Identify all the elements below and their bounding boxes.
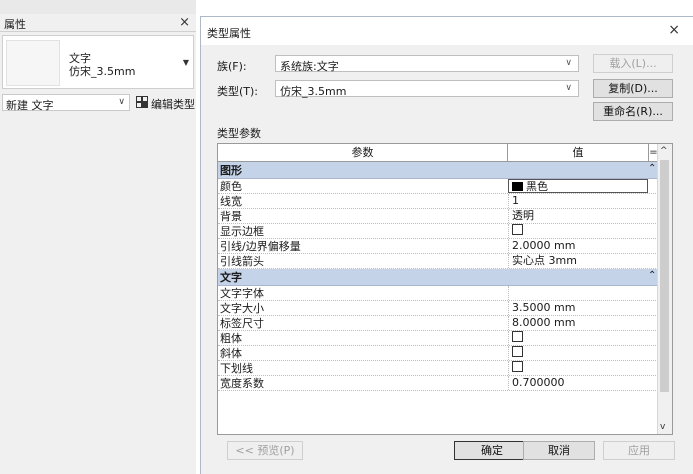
instance-row: 新建 文字 ∨ 编辑类型 (2, 94, 196, 112)
parameter-name: 颜色 (220, 180, 242, 193)
dialog-titlebar: 类型属性 × (201, 17, 693, 45)
type-combo[interactable]: 仿宋_3.5mm ∨ (275, 80, 579, 98)
dialog-close-icon[interactable]: × (668, 22, 680, 38)
parameter-name: 文字字体 (220, 287, 264, 300)
parameters-grid: 参数 值 = 图形 ⌃ 颜色 黑色线宽 1 背景 透明显示边框引线/边界偏移量 2.0000 … (217, 143, 673, 435)
parameter-value[interactable]: 3.5000 mm (508, 301, 648, 315)
parameter-value[interactable]: 1 (508, 194, 648, 208)
apply-button[interactable]: 应用 (603, 441, 675, 460)
column-header-value[interactable]: 值 (508, 144, 649, 161)
preview-button[interactable]: << 预览(P) (227, 441, 303, 460)
group-header[interactable]: 图形 ⌃ (218, 162, 658, 179)
parameter-name: 线宽 (220, 195, 242, 208)
family-label: 族(F): (217, 60, 247, 73)
parameter-row[interactable]: 引线/边界偏移量 2.0000 mm (218, 239, 658, 254)
parameter-row[interactable]: 标签尺寸 8.0000 mm (218, 316, 658, 331)
top-strip (0, 0, 196, 14)
parameter-row[interactable]: 粗体 (218, 331, 658, 346)
parameter-row[interactable]: 颜色 黑色 (218, 179, 658, 194)
palette-close-icon[interactable]: × (179, 15, 190, 30)
parameter-row[interactable]: 引线箭头 实心点 3mm (218, 254, 658, 269)
collapse-chevron-icon[interactable]: ⌃ (648, 163, 656, 174)
scroll-down-icon[interactable]: v (660, 422, 665, 432)
color-swatch (512, 182, 523, 191)
parameter-row[interactable]: 斜体 (218, 346, 658, 361)
grid-scrollbar[interactable]: ^ v (657, 144, 672, 434)
parameter-name: 引线箭头 (220, 255, 264, 268)
chevron-down-icon[interactable]: ∨ (565, 83, 572, 93)
parameter-value[interactable]: 2.0000 mm (508, 239, 648, 253)
parameter-name: 背景 (220, 210, 242, 223)
rename-button[interactable]: 重命名(R)... (593, 102, 673, 121)
parameter-value[interactable] (508, 346, 648, 360)
parameter-name: 粗体 (220, 332, 242, 345)
cancel-button[interactable]: 取消 (523, 441, 595, 460)
grid-header: 参数 值 = (218, 144, 658, 162)
type-preview-thumbnail (6, 40, 60, 86)
type-parameters-label: 类型参数 (217, 127, 261, 140)
dialog-title: 类型属性 (207, 27, 251, 40)
parameter-name: 宽度系数 (220, 377, 264, 390)
parameter-name: 标签尺寸 (220, 317, 264, 330)
parameter-value[interactable] (508, 361, 648, 375)
parameter-name: 斜体 (220, 347, 242, 360)
chevron-down-icon[interactable]: ∨ (565, 58, 572, 68)
parameter-value[interactable] (508, 286, 648, 300)
parameter-value[interactable]: 实心点 3mm (508, 254, 648, 268)
parameter-row[interactable]: 宽度系数 0.700000 (218, 376, 658, 391)
type-value: 仿宋_3.5mm (280, 85, 347, 98)
ok-button[interactable]: 确定 (454, 441, 530, 460)
palette-title: 属性 (4, 18, 26, 31)
checkbox[interactable] (512, 361, 523, 372)
parameter-row[interactable]: 下划线 (218, 361, 658, 376)
parameter-value[interactable]: 0.700000 (508, 376, 648, 390)
chevron-down-icon[interactable]: ▼ (183, 58, 189, 67)
color-name: 黑色 (526, 180, 548, 193)
load-button[interactable]: 载入(L)... (593, 54, 673, 73)
type-label: 类型(T): (217, 85, 259, 98)
checkbox[interactable] (512, 224, 523, 235)
chevron-down-icon[interactable]: ∨ (118, 97, 125, 107)
properties-palette: 属性 × 文字 仿宋_3.5mm ▼ 新建 文字 ∨ 编辑类型 (0, 0, 196, 474)
group-name: 文字 (220, 271, 242, 284)
parameter-value[interactable]: 8.0000 mm (508, 316, 648, 330)
parameter-name: 引线/边界偏移量 (220, 240, 301, 253)
parameter-name: 文字大小 (220, 302, 264, 315)
duplicate-button[interactable]: 复制(D)... (593, 79, 673, 98)
parameter-value[interactable] (508, 224, 648, 238)
type-properties-dialog: 类型属性 × 族(F): 系统族:文字 ∨ 载入(L)... 类型(T): 仿宋… (200, 16, 693, 474)
edit-type-button[interactable]: 编辑类型 (136, 94, 196, 111)
parameter-name: 显示边框 (220, 225, 264, 238)
scrollbar-thumb[interactable] (660, 160, 669, 392)
family-combo[interactable]: 系统族:文字 ∨ (275, 55, 579, 73)
grid-rows: 图形 ⌃ 颜色 黑色线宽 1 背景 透明显示边框引线/边界偏移量 2.0000 mm 引线箭头 实… (218, 162, 658, 391)
type-selector-type: 仿宋_3.5mm (69, 65, 136, 78)
palette-titlebar: 属性 × (0, 14, 196, 32)
new-element-selector[interactable]: 新建 文字 ∨ (2, 94, 130, 112)
parameter-row[interactable]: 文字字体 (218, 286, 658, 301)
group-name: 图形 (220, 164, 242, 177)
collapse-chevron-icon[interactable]: ⌃ (648, 270, 656, 281)
parameter-name: 下划线 (220, 362, 253, 375)
parameter-row[interactable]: 文字大小 3.5000 mm (218, 301, 658, 316)
scroll-up-icon[interactable]: ^ (660, 146, 668, 156)
checkbox[interactable] (512, 331, 523, 342)
parameter-row[interactable]: 背景 透明 (218, 209, 658, 224)
type-selector[interactable]: 文字 仿宋_3.5mm ▼ (2, 35, 194, 89)
parameter-row[interactable]: 显示边框 (218, 224, 658, 239)
parameter-value[interactable] (508, 331, 648, 345)
column-header-parameter[interactable]: 参数 (218, 144, 508, 161)
parameter-value[interactable]: 透明 (508, 209, 648, 223)
checkbox[interactable] (512, 346, 523, 357)
edit-type-icon (136, 96, 148, 108)
group-header[interactable]: 文字 ⌃ (218, 269, 658, 286)
edit-type-label: 编辑类型 (151, 98, 195, 111)
parameter-row[interactable]: 线宽 1 (218, 194, 658, 209)
family-value: 系统族:文字 (280, 60, 339, 73)
new-element-label: 新建 文字 (6, 99, 54, 112)
parameter-value[interactable]: 黑色 (508, 179, 648, 193)
